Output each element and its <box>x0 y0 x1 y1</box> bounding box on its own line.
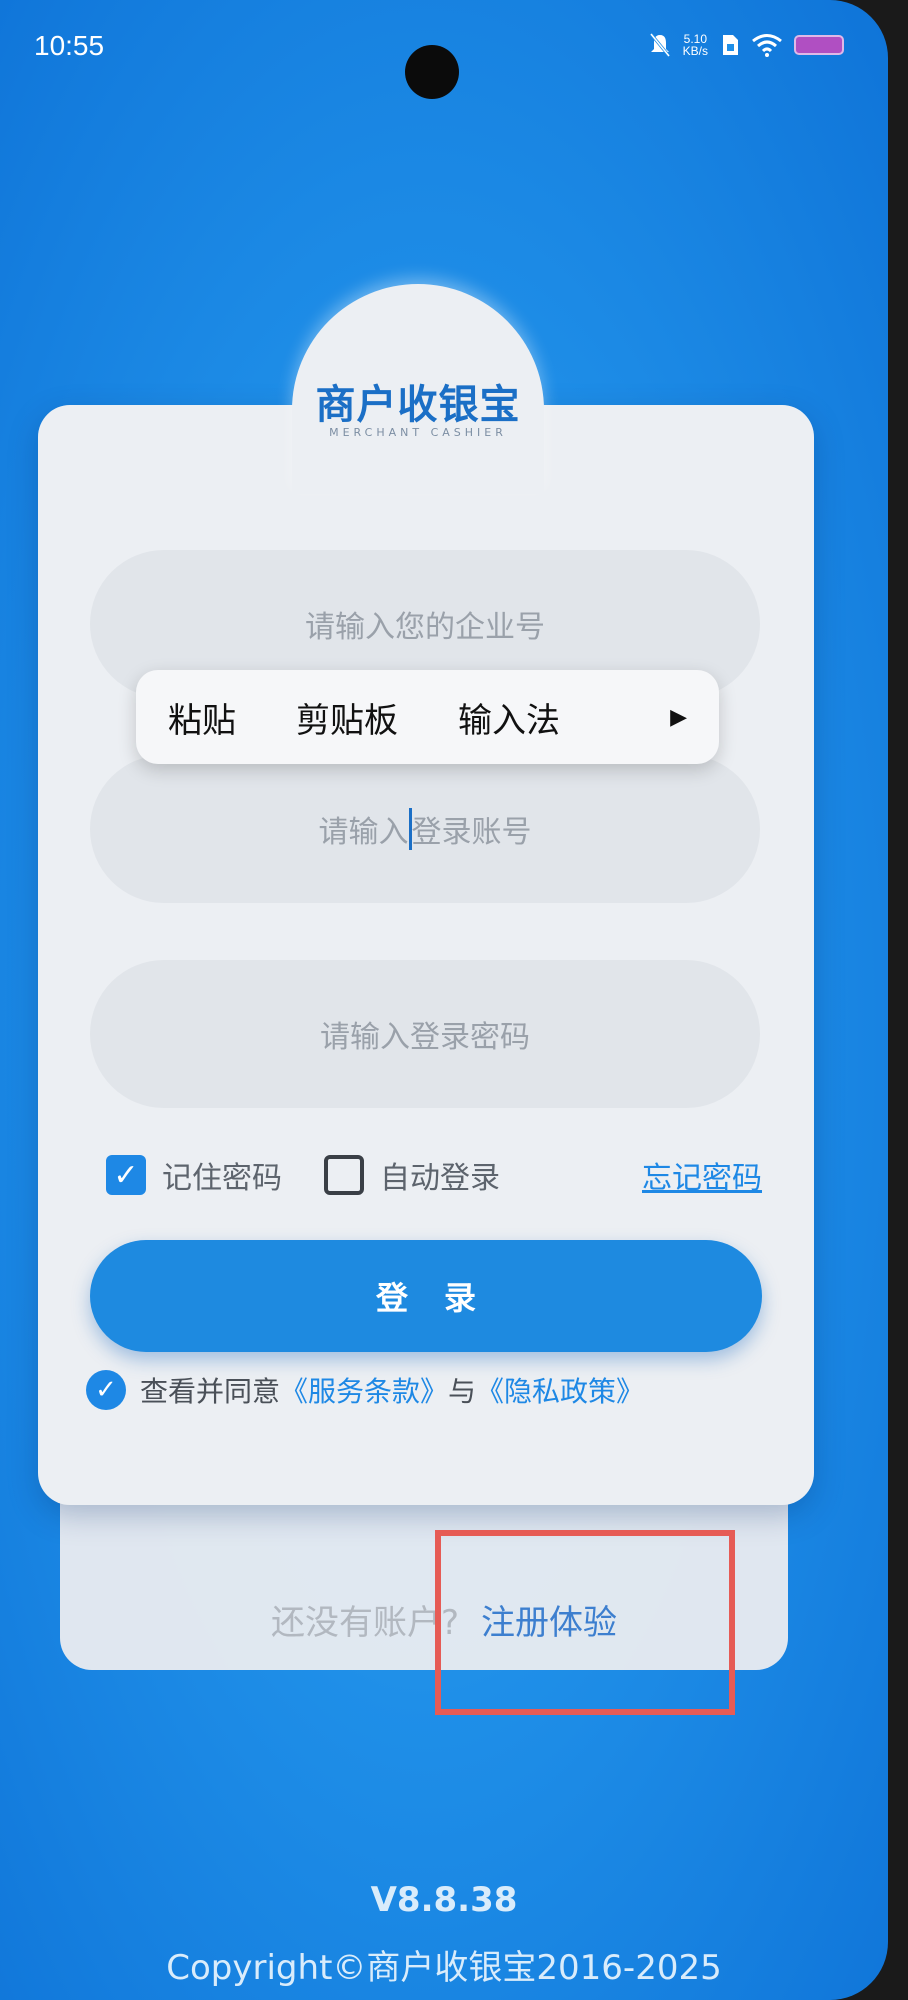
enterprise-placeholder: 请输入您的企业号 <box>305 610 545 645</box>
auto-login-label[interactable]: 自动登录 <box>380 1153 500 1197</box>
remember-password-label[interactable]: 记住密码 <box>162 1153 282 1197</box>
privacy-policy-link[interactable]: 《隐私政策》 <box>476 1370 644 1410</box>
checkmark-icon: ✓ <box>113 1157 139 1193</box>
highlight-box <box>435 1530 735 1715</box>
app-logo: 商户收银宝 MERCHANT CASHIER <box>292 284 544 494</box>
phone-screen: 10:55 5.10 KB/s 请输入您的企业号 请输入 登录账号 请输入登录密… <box>0 0 888 2000</box>
menu-item-paste[interactable]: 粘贴 <box>168 693 236 742</box>
register-question: 还没有账户? <box>270 1603 460 1643</box>
agreement-row: ✓ 查看并同意 《服务条款》与《隐私政策》 <box>86 1370 644 1410</box>
menu-item-input-method[interactable]: 输入法 <box>458 693 560 742</box>
app-version: V8.8.38 <box>370 1880 518 1920</box>
sim-icon <box>723 35 738 55</box>
remember-password-checkbox[interactable]: ✓ <box>106 1155 146 1195</box>
login-options: ✓ 记住密码 自动登录 忘记密码 <box>106 1150 762 1200</box>
account-input[interactable]: 请输入 登录账号 <box>90 755 760 903</box>
auto-login-checkbox[interactable] <box>324 1155 364 1195</box>
forgot-password-link[interactable]: 忘记密码 <box>642 1153 762 1197</box>
logo-subtitle: MERCHANT CASHIER <box>329 426 507 439</box>
password-input[interactable]: 请输入登录密码 <box>90 960 760 1108</box>
logo-title: 商户收银宝 <box>315 382 521 428</box>
checkmark-icon: ✓ <box>95 1375 117 1405</box>
terms-of-service-link[interactable]: 《服务条款》 <box>280 1370 448 1410</box>
status-time: 10:55 <box>34 30 105 61</box>
battery-icon <box>794 35 844 55</box>
account-placeholder-end: 登录账号 <box>411 815 532 850</box>
password-placeholder: 请输入登录密码 <box>320 1020 530 1055</box>
agreement-prefix: 查看并同意 <box>140 1375 281 1408</box>
net-speed-unit: KB/s <box>682 44 708 58</box>
front-camera <box>405 45 459 99</box>
menu-more-arrow-icon[interactable]: ▶ <box>670 705 687 730</box>
copyright-text: Copyright©商户收银宝2016-2025 <box>166 1948 722 1988</box>
agreement-and: 与 <box>448 1375 477 1408</box>
net-speed: 5.10 KB/s <box>683 33 708 57</box>
agreement-checkbox[interactable]: ✓ <box>86 1370 126 1410</box>
mute-icon <box>649 33 670 57</box>
account-placeholder-start: 请输入 <box>318 815 409 850</box>
text-context-menu: 粘贴 剪贴板 输入法 ▶ <box>136 670 719 764</box>
menu-item-clipboard[interactable]: 剪贴板 <box>296 693 398 742</box>
status-icons: 5.10 KB/s <box>649 32 844 58</box>
login-card: 请输入您的企业号 请输入 登录账号 请输入登录密码 粘贴 剪贴板 输入法 ▶ ✓ … <box>38 405 814 1505</box>
login-button[interactable]: 登录 <box>90 1240 762 1352</box>
status-bar: 10:55 5.10 KB/s <box>0 28 888 99</box>
wifi-icon <box>752 34 782 57</box>
